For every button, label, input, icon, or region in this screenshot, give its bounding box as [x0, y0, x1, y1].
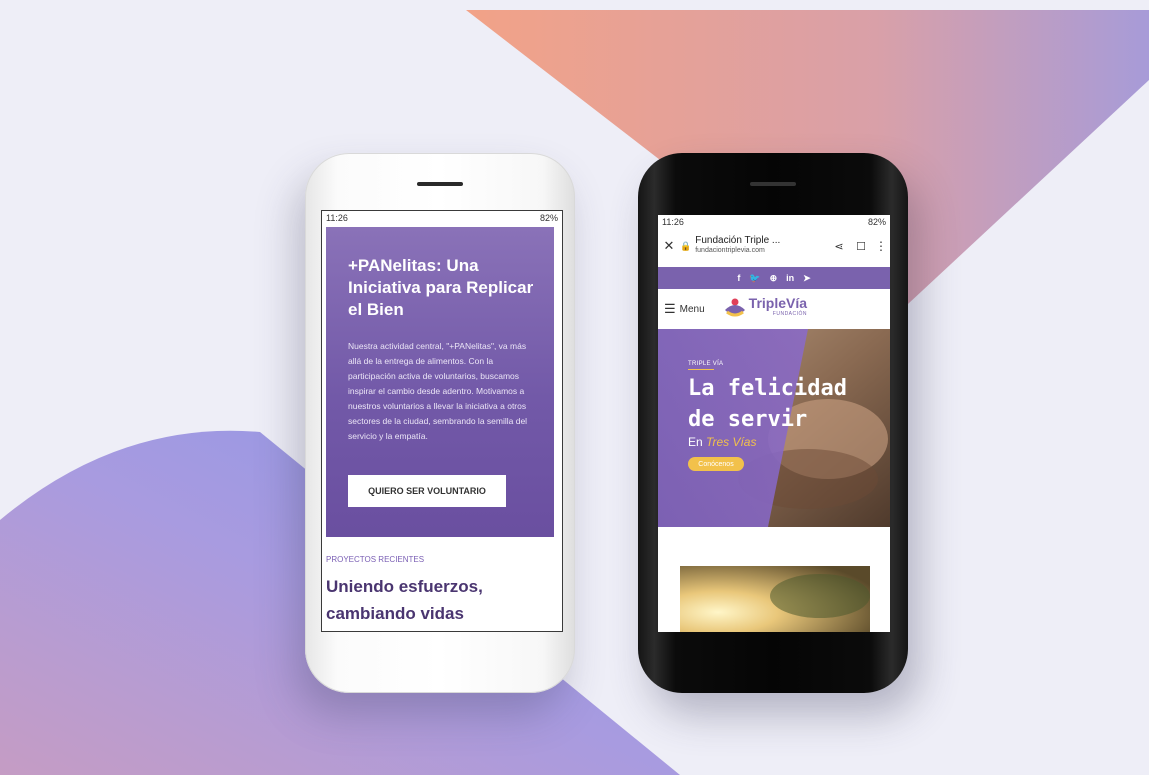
- white-phone-screen: 11:26 82% +PANelitas: Una Iniciativa par…: [321, 210, 563, 632]
- logo-main: TripleVía: [748, 295, 808, 311]
- volunteer-button[interactable]: QUIERO SER VOLUNTARIO: [348, 475, 506, 507]
- hero-subtitle: En Tres Vías: [688, 435, 756, 449]
- sunlight-photo: [680, 566, 870, 632]
- hero-tag-underline: [688, 369, 714, 370]
- status-time: 11:26: [326, 213, 348, 223]
- black-phone-screen: 11:26 82% ✕ 🔒 Fundación Triple ... funda…: [658, 215, 890, 632]
- page-title: Fundación Triple ...: [695, 235, 781, 246]
- hero-subtitle-highlight: Tres Vías: [706, 435, 757, 449]
- projects-label: PROYECTOS RECIENTES: [326, 555, 425, 564]
- status-battery: 82%: [539, 213, 558, 223]
- twitter-icon[interactable]: 🐦: [749, 273, 760, 284]
- social-links-bar: f 🐦 ⊕ in ➤: [658, 267, 890, 289]
- telegram-icon[interactable]: ➤: [803, 273, 811, 284]
- hero-subtitle-prefix: En: [688, 435, 707, 449]
- status-time: 11:26: [662, 217, 684, 227]
- more-icon[interactable]: ⋮: [872, 239, 890, 253]
- logo-mark-icon: [724, 298, 745, 317]
- status-battery: 82%: [867, 217, 886, 227]
- earpiece-speaker: [417, 182, 463, 186]
- hero-description: Nuestra actividad central, "+PANelitas",…: [348, 341, 528, 441]
- hero-title-line1: La felicidad: [688, 376, 847, 401]
- bookmark-icon[interactable]: ☐: [850, 240, 872, 253]
- earpiece-speaker: [750, 182, 796, 186]
- status-bar: 11:26 82%: [322, 211, 562, 225]
- browser-address[interactable]: Fundación Triple ... fundaciontriplevia.…: [695, 236, 828, 256]
- share-icon[interactable]: ⋖: [828, 240, 850, 253]
- stage: 11:26 82% +PANelitas: Una Iniciativa par…: [0, 0, 1149, 775]
- close-icon[interactable]: ✕: [658, 238, 680, 254]
- hero-tag: TRIPLE VÍA: [688, 361, 724, 367]
- page-url: fundaciontriplevia.com: [695, 247, 765, 254]
- project-card-image: [680, 566, 870, 632]
- hero-banner: TRIPLE VÍA La felicidad de servir En Tre…: [658, 329, 890, 527]
- browser-toolbar: ✕ 🔒 Fundación Triple ... fundaciontriple…: [658, 229, 890, 263]
- site-nav: ☰ Menu TripleVía FUNDACIÓN: [658, 289, 890, 329]
- white-phone: 11:26 82% +PANelitas: Una Iniciativa par…: [305, 153, 575, 693]
- linkedin-icon[interactable]: in: [786, 273, 794, 283]
- panelitas-hero: +PANelitas: Una Iniciativa para Replicar…: [326, 227, 554, 537]
- lock-icon: 🔒: [680, 240, 692, 251]
- hero-title: La felicidad de servir: [688, 373, 890, 435]
- hero-title: +PANelitas: Una Iniciativa para Replicar…: [348, 256, 534, 319]
- projects-title: Uniendo esfuerzos, cambiando vidas: [326, 577, 483, 623]
- pinterest-icon[interactable]: ⊕: [770, 273, 778, 284]
- facebook-icon[interactable]: f: [737, 273, 740, 283]
- logo[interactable]: TripleVía FUNDACIÓN: [748, 295, 808, 320]
- hamburger-icon[interactable]: ☰: [664, 301, 676, 317]
- status-bar: 11:26 82%: [658, 215, 890, 229]
- menu-label[interactable]: Menu: [680, 304, 705, 315]
- conocenos-button[interactable]: Conócenos: [688, 457, 744, 471]
- black-phone: 11:26 82% ✕ 🔒 Fundación Triple ... funda…: [638, 153, 908, 693]
- hero-title-line2: de servir: [688, 407, 808, 432]
